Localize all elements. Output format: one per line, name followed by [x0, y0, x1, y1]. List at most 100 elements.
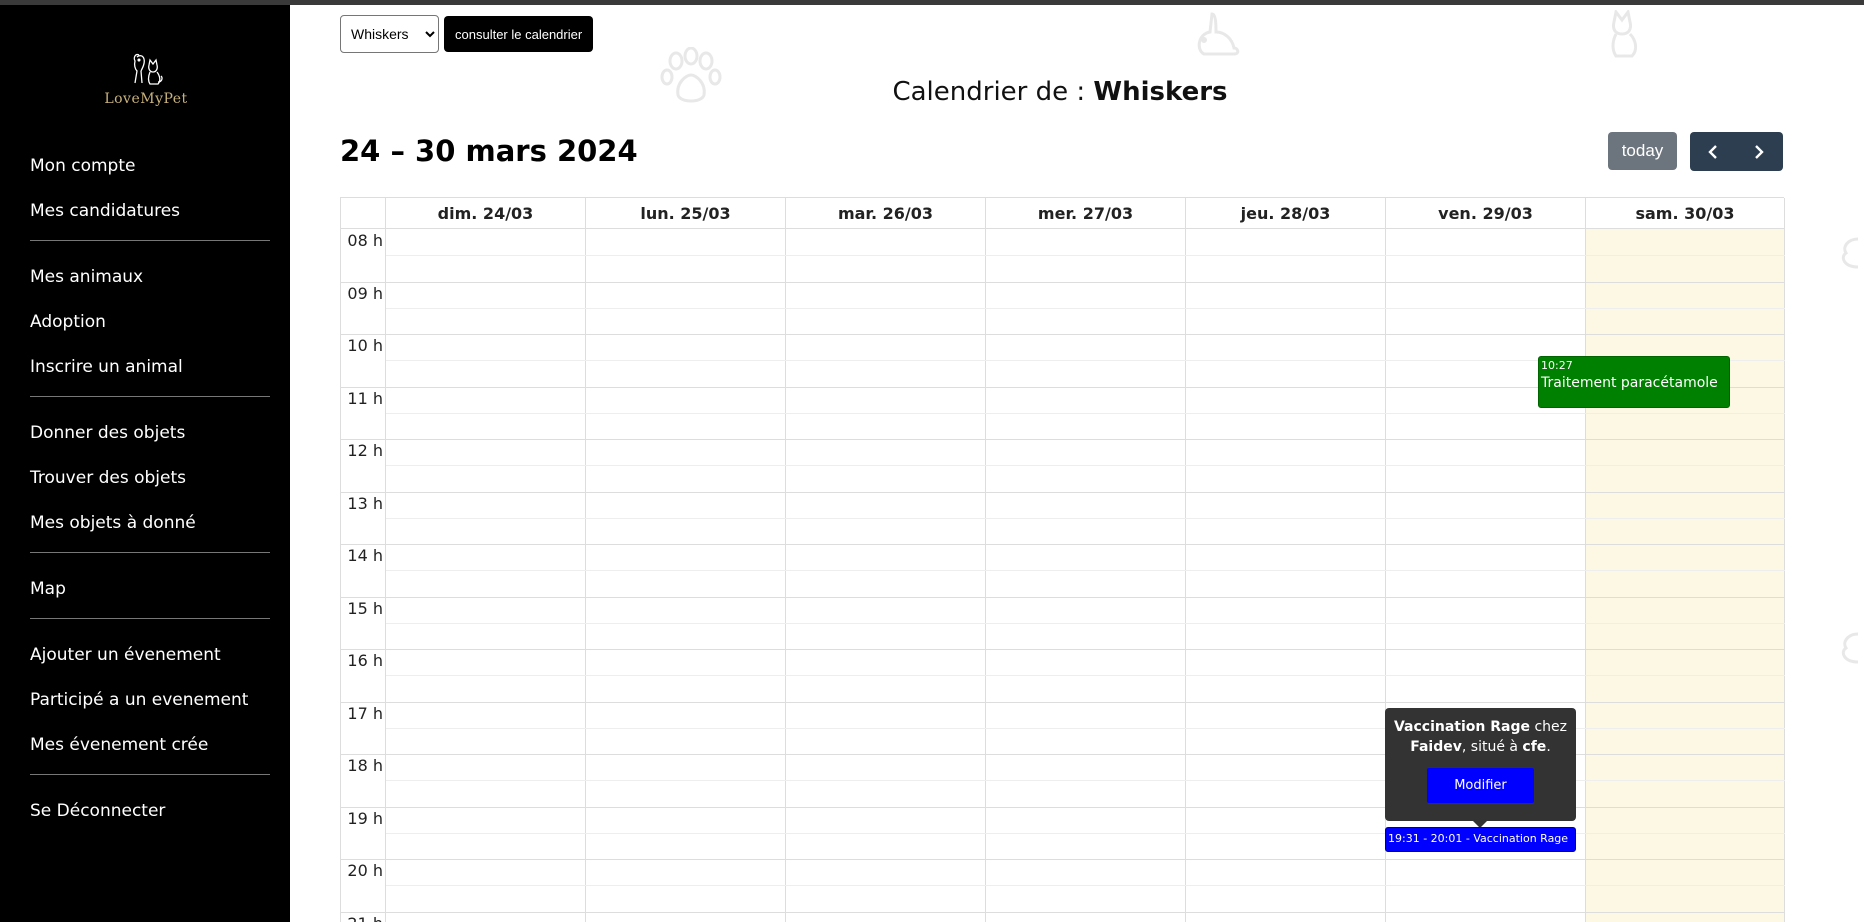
- calendar-title: Calendrier de : Whiskers: [290, 77, 1830, 107]
- time-slot-label: 20 h: [347, 861, 383, 880]
- half-hour-line: [386, 622, 1785, 624]
- sidebar-divider: [30, 774, 270, 775]
- event-time: 10:27: [1541, 359, 1573, 372]
- sidebar-divider: [30, 396, 270, 397]
- day-column-header: mer. 27/03: [986, 198, 1186, 229]
- partial-decor-icon: [1841, 237, 1859, 269]
- half-hour-line: [386, 885, 1785, 887]
- hour-line: [341, 859, 1785, 860]
- main-content: Whiskers consulter le calendrier Calendr…: [290, 5, 1864, 922]
- time-slot-label: 15 h: [347, 598, 383, 618]
- half-hour-line: [386, 412, 1785, 414]
- hour-line: [341, 491, 1785, 493]
- sidebar: LoveMyPet Mon compte Mes candidatures Mes …: [0, 5, 290, 922]
- sidebar-divider: [30, 552, 270, 553]
- sidebar-item[interactable]: Mes évenement crée: [30, 729, 270, 774]
- day-column-divider: [585, 198, 586, 922]
- hour-line: [341, 701, 1785, 703]
- sidebar-item[interactable]: Adoption: [30, 306, 270, 351]
- day-column-header: sam. 30/03: [1586, 198, 1785, 229]
- day-column-header: lun. 25/03: [586, 198, 786, 229]
- animal-select[interactable]: Whiskers: [340, 15, 439, 53]
- calendar-event-vaccination[interactable]: 19:31 - 20:01 - Vaccination Rage: [1385, 827, 1576, 852]
- hour-line: [341, 544, 1785, 545]
- chevron-right-icon: [1755, 144, 1764, 159]
- partial-decor-icon: [1841, 632, 1859, 664]
- sidebar-divider: [30, 618, 270, 619]
- time-gutter-header: [341, 198, 386, 229]
- modify-event-button[interactable]: Modifier: [1427, 768, 1534, 803]
- time-slot-label: 10 h: [347, 336, 383, 355]
- day-column-header: ven. 29/03: [1386, 198, 1586, 229]
- day-column-divider: [385, 198, 386, 922]
- calendar-event-treatment[interactable]: 10:27 Traitement paracétamole: [1538, 356, 1730, 408]
- sidebar-item[interactable]: Mes animaux: [30, 261, 270, 306]
- sidebar-divider: [30, 240, 270, 241]
- popover-chez: chez: [1530, 719, 1567, 735]
- time-slot-label: 18 h: [347, 756, 383, 775]
- day-column-divider: [985, 198, 986, 922]
- consult-calendar-button[interactable]: consulter le calendrier: [444, 16, 594, 52]
- half-hour-line: [386, 465, 1785, 467]
- sidebar-item[interactable]: Map: [30, 573, 270, 618]
- prev-week-button[interactable]: [1690, 132, 1736, 171]
- sidebar-item[interactable]: Inscrire un animal: [30, 351, 270, 396]
- time-slot-label: 16 h: [347, 651, 383, 670]
- time-slot-label: 12 h: [347, 441, 383, 460]
- day-column-header: dim. 24/03: [386, 198, 586, 229]
- time-slot-label: 13 h: [347, 493, 383, 513]
- logo-text: LoveMyPet: [104, 91, 188, 107]
- sidebar-item[interactable]: Mes candidatures: [30, 195, 270, 240]
- sidebar-item[interactable]: Se Déconnecter: [30, 795, 270, 840]
- day-column-header: jeu. 28/03: [1186, 198, 1386, 229]
- time-slot-label: 11 h: [347, 388, 383, 408]
- half-hour-line: [386, 517, 1785, 519]
- hour-line: [341, 334, 1785, 335]
- event-popover: Vaccination Rage chez Faidev, situé à cf…: [1385, 708, 1576, 828]
- calendar-title-prefix: Calendrier de :: [892, 77, 1094, 107]
- hour-line: [341, 281, 1785, 283]
- dog-cat-logo-icon: [133, 53, 163, 85]
- time-slot-label: 09 h: [347, 283, 383, 303]
- popover-place: cfe: [1522, 739, 1547, 755]
- sidebar-item[interactable]: Trouver des objets: [30, 462, 270, 507]
- sidebar-item[interactable]: Mon compte: [30, 150, 270, 195]
- hour-line: [341, 439, 1785, 440]
- time-slot-label: 21 h: [341, 914, 383, 922]
- popover-situe: , situé à: [1461, 739, 1523, 755]
- event-title: Traitement paracétamole: [1541, 375, 1718, 391]
- sidebar-item[interactable]: Donner des objets: [30, 417, 270, 462]
- day-column-divider: [1185, 198, 1186, 922]
- sidebar-item[interactable]: Mes objets à donné: [30, 507, 270, 552]
- calendar-pet-name: Whiskers: [1093, 77, 1228, 107]
- today-button[interactable]: today: [1608, 132, 1677, 170]
- half-hour-line: [386, 570, 1785, 572]
- rabbit-icon: [1197, 12, 1240, 56]
- day-column-divider: [1784, 198, 1785, 922]
- day-column-divider: [785, 198, 786, 922]
- hour-line: [341, 911, 1785, 913]
- sidebar-item[interactable]: Ajouter un évenement: [30, 639, 270, 684]
- half-hour-line: [386, 255, 1785, 257]
- popover-line-2: Faidev, situé à cfe.: [1391, 737, 1570, 757]
- time-slot-label: 17 h: [347, 703, 383, 723]
- date-range: 24 – 30 mars 2024: [340, 134, 638, 168]
- half-hour-line: [386, 307, 1785, 309]
- sidebar-item[interactable]: Participé a un evenement: [30, 684, 270, 729]
- day-column-divider: [1585, 198, 1586, 922]
- time-slot-label: 14 h: [347, 546, 383, 565]
- hour-line: [341, 596, 1785, 598]
- app-logo[interactable]: LoveMyPet: [92, 49, 200, 119]
- chevron-left-icon: [1708, 144, 1717, 159]
- today-column-highlight: [1586, 229, 1785, 922]
- cat-icon: [1611, 10, 1638, 58]
- popover-vet: Faidev: [1410, 739, 1462, 755]
- day-column-header: mar. 26/03: [786, 198, 986, 229]
- next-week-button[interactable]: [1736, 132, 1782, 171]
- time-slot-label: 08 h: [347, 231, 383, 250]
- popover-period: .: [1546, 739, 1551, 755]
- week-nav-group: [1690, 132, 1783, 171]
- popover-event-name: Vaccination Rage: [1393, 719, 1531, 735]
- calendar-controls: Whiskers consulter le calendrier: [340, 15, 594, 53]
- hour-line: [341, 649, 1785, 650]
